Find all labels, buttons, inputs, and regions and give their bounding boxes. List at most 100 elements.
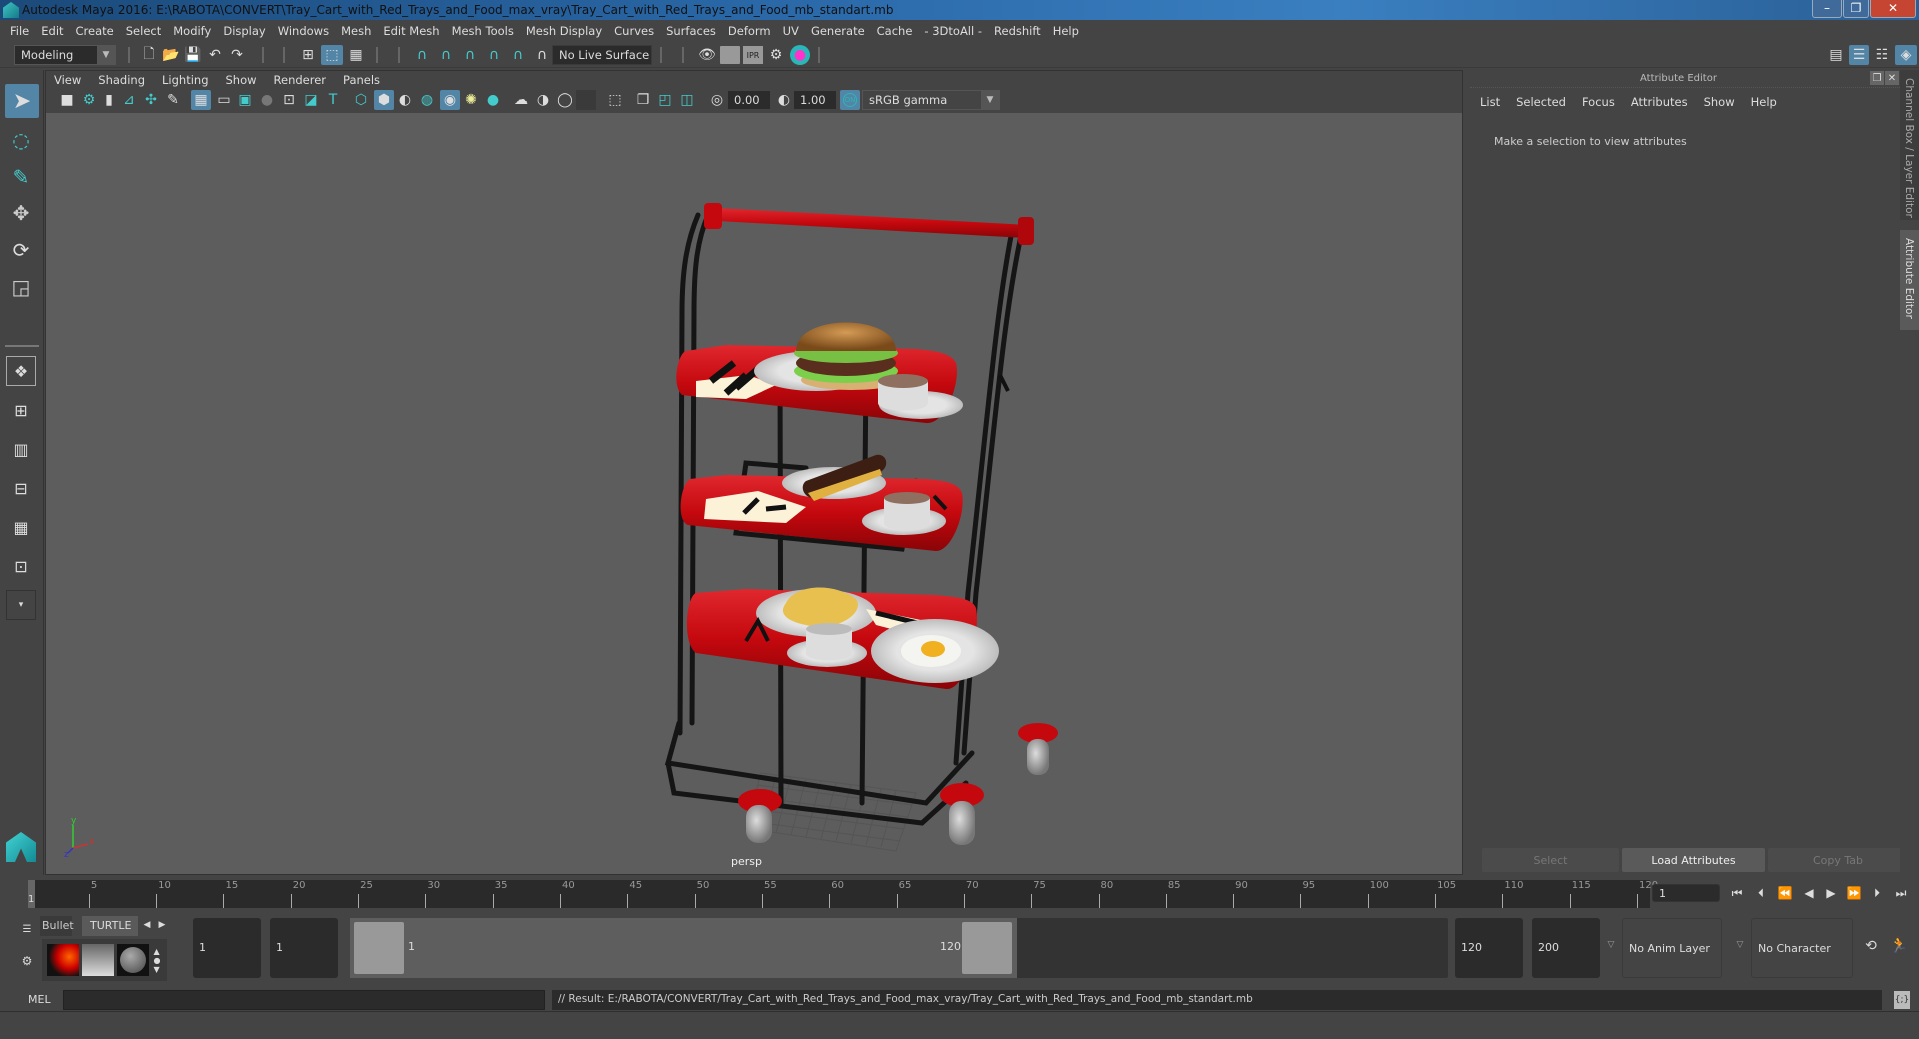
menu-uv[interactable]: UV <box>779 24 807 38</box>
camera-select-icon[interactable]: ■ <box>58 91 76 109</box>
copy-tab-button[interactable]: Copy Tab <box>1768 848 1908 872</box>
wireframe-icon[interactable]: ⬡ <box>352 91 370 109</box>
menu-curves[interactable]: Curves <box>610 24 662 38</box>
graph-outliner-layout-icon[interactable]: ⊡ <box>6 551 36 581</box>
film-gate-icon[interactable]: ▭ <box>214 91 234 109</box>
close-panel-icon[interactable]: ✕ <box>1885 71 1899 85</box>
panel-menu-renderer[interactable]: Renderer <box>274 73 327 87</box>
anim-layer-field[interactable]: No Anim Layer <box>1622 918 1722 978</box>
anim-layer-dropdown-icon[interactable]: ▽ <box>1604 938 1618 952</box>
menu-cache[interactable]: Cache <box>873 24 921 38</box>
render-current-frame-icon[interactable] <box>720 46 740 64</box>
shadows-icon[interactable]: ● <box>484 91 502 109</box>
scale-tool-icon[interactable]: ◲ <box>6 272 36 302</box>
range-slider-bar[interactable] <box>350 918 1017 978</box>
open-scene-icon[interactable]: 📂 <box>162 46 180 64</box>
step-back-frame-icon[interactable]: ⏴ <box>1752 884 1770 902</box>
snap-projected-center-icon[interactable]: ∩ <box>484 46 504 64</box>
ae-menu-attributes[interactable]: Attributes <box>1631 95 1688 109</box>
command-input[interactable] <box>63 990 545 1010</box>
undo-icon[interactable]: ↶ <box>206 46 224 64</box>
bookmark-icon[interactable]: ▮ <box>102 91 116 109</box>
tab-attribute-editor[interactable]: Attribute Editor <box>1900 230 1919 330</box>
persp-graph-layout-icon[interactable]: ⊟ <box>6 473 36 503</box>
hypershade-icon[interactable]: ● <box>790 45 810 65</box>
3d-viewport[interactable]: y x z persp <box>46 113 1462 874</box>
image-plane-icon[interactable]: ⊿ <box>120 91 138 109</box>
menu-mesh-display[interactable]: Mesh Display <box>522 24 610 38</box>
shelf-menu-icon[interactable]: ☰ <box>18 922 36 936</box>
menu-mesh-tools[interactable]: Mesh Tools <box>448 24 522 38</box>
persp-outliner-layout-icon[interactable]: ▥ <box>6 434 36 464</box>
camera-attributes-icon[interactable]: ⚙ <box>80 91 98 109</box>
menu-file[interactable]: File <box>6 24 37 38</box>
lasso-tool-icon[interactable]: ◌ <box>6 125 36 155</box>
shelf-scroll-right-icon[interactable]: ▶ <box>157 918 167 932</box>
shelf-settings-icon[interactable]: ⚙ <box>18 954 36 968</box>
safe-action-icon[interactable]: ◪ <box>302 91 320 109</box>
menu-mesh[interactable]: Mesh <box>337 24 379 38</box>
ae-menu-help[interactable]: Help <box>1751 95 1777 109</box>
grid-toggle-icon[interactable]: ▦ <box>191 90 211 110</box>
move-tool-icon[interactable]: ✥ <box>6 198 36 228</box>
exposure-icon[interactable]: ◎ <box>708 91 726 109</box>
smooth-shade-icon[interactable]: ⬢ <box>374 90 394 110</box>
select-object-icon[interactable]: ⬚ <box>321 45 343 65</box>
gamma-icon[interactable]: ◐ <box>776 91 792 109</box>
animation-preferences-icon[interactable]: 🏃 <box>1888 934 1910 956</box>
grease-pencil-icon[interactable]: ✎ <box>164 91 182 109</box>
turtle-bake-icon[interactable] <box>47 944 79 976</box>
screen-space-ao-icon[interactable]: ☁ <box>512 91 530 109</box>
step-forward-key-icon[interactable]: ⏩ <box>1845 884 1863 902</box>
new-scene-icon[interactable]: 🗋 <box>140 46 158 64</box>
xray-joints-icon[interactable]: ❐ <box>634 91 652 109</box>
safe-title-icon[interactable]: T <box>324 91 342 109</box>
save-scene-icon[interactable]: 💾 <box>184 46 202 64</box>
exposure-field[interactable]: 0.00 <box>728 91 770 109</box>
play-backwards-icon[interactable]: ◀ <box>1800 884 1818 902</box>
depth-of-field-icon[interactable] <box>576 90 596 110</box>
four-view-layout-icon[interactable]: ⊞ <box>6 395 36 425</box>
select-component-icon[interactable]: ▦ <box>346 46 366 64</box>
menu-edit-mesh[interactable]: Edit Mesh <box>379 24 447 38</box>
select-hierarchy-icon[interactable]: ⊞ <box>298 46 318 64</box>
menu-edit[interactable]: Edit <box>37 24 71 38</box>
paint-select-tool-icon[interactable]: ✎ <box>6 162 36 192</box>
float-panel-icon[interactable]: ❐ <box>1870 71 1884 85</box>
menu-display[interactable]: Display <box>219 24 273 38</box>
playback-end-field[interactable]: 120 <box>1455 918 1523 978</box>
menu-3dtoall[interactable]: - 3DtoAll - <box>920 24 990 38</box>
xray-active-components-icon[interactable]: ◰ <box>656 91 674 109</box>
menu-select[interactable]: Select <box>122 24 169 38</box>
step-forward-frame-icon[interactable]: ⏵ <box>1868 884 1886 902</box>
menu-help[interactable]: Help <box>1049 24 1087 38</box>
end-time-field[interactable]: 200 <box>1532 918 1600 978</box>
range-slider[interactable]: 1 120 <box>350 918 1448 978</box>
character-set-field[interactable]: No Character Set <box>1751 918 1853 1015</box>
menu-create[interactable]: Create <box>72 24 122 38</box>
range-end-handle[interactable] <box>962 922 1012 974</box>
color-space-dropdown[interactable]: sRGB gamma ▼ <box>862 90 1000 110</box>
rotate-tool-icon[interactable]: ⟳ <box>6 235 36 265</box>
turtle-surface-shader-icon[interactable] <box>117 944 149 976</box>
isolate-select-icon[interactable]: ⬚ <box>606 91 624 109</box>
motion-blur-icon[interactable]: ◑ <box>534 91 552 109</box>
layout-more-icon[interactable]: ▾ <box>6 590 36 620</box>
gate-mask-icon[interactable]: ● <box>258 91 276 109</box>
tool-settings-icon[interactable]: ☷ <box>1872 46 1892 64</box>
modeling-toolkit-icon[interactable]: ▤ <box>1826 46 1846 64</box>
character-set-dropdown-icon[interactable]: ▽ <box>1733 938 1747 952</box>
start-time-field[interactable]: 1 <box>193 918 261 978</box>
close-button[interactable]: ✕ <box>1870 0 1916 18</box>
snap-view-plane-icon[interactable]: ∩ <box>508 46 528 64</box>
turtle-render-settings-icon[interactable] <box>82 944 114 976</box>
hypershade-layout-icon[interactable]: ▦ <box>6 512 36 542</box>
snap-point-icon[interactable]: ∩ <box>460 46 480 64</box>
attribute-editor-toggle-icon[interactable]: ☰ <box>1849 45 1869 65</box>
menu-deform[interactable]: Deform <box>724 24 779 38</box>
single-perspective-layout-icon[interactable]: ❖ <box>6 356 36 386</box>
script-editor-icon[interactable]: {;} <box>1894 991 1910 1009</box>
color-management-toggle[interactable]: ON <box>840 90 860 110</box>
live-surface-field[interactable]: No Live Surface <box>552 45 652 65</box>
play-forwards-icon[interactable]: ▶ <box>1822 884 1840 902</box>
